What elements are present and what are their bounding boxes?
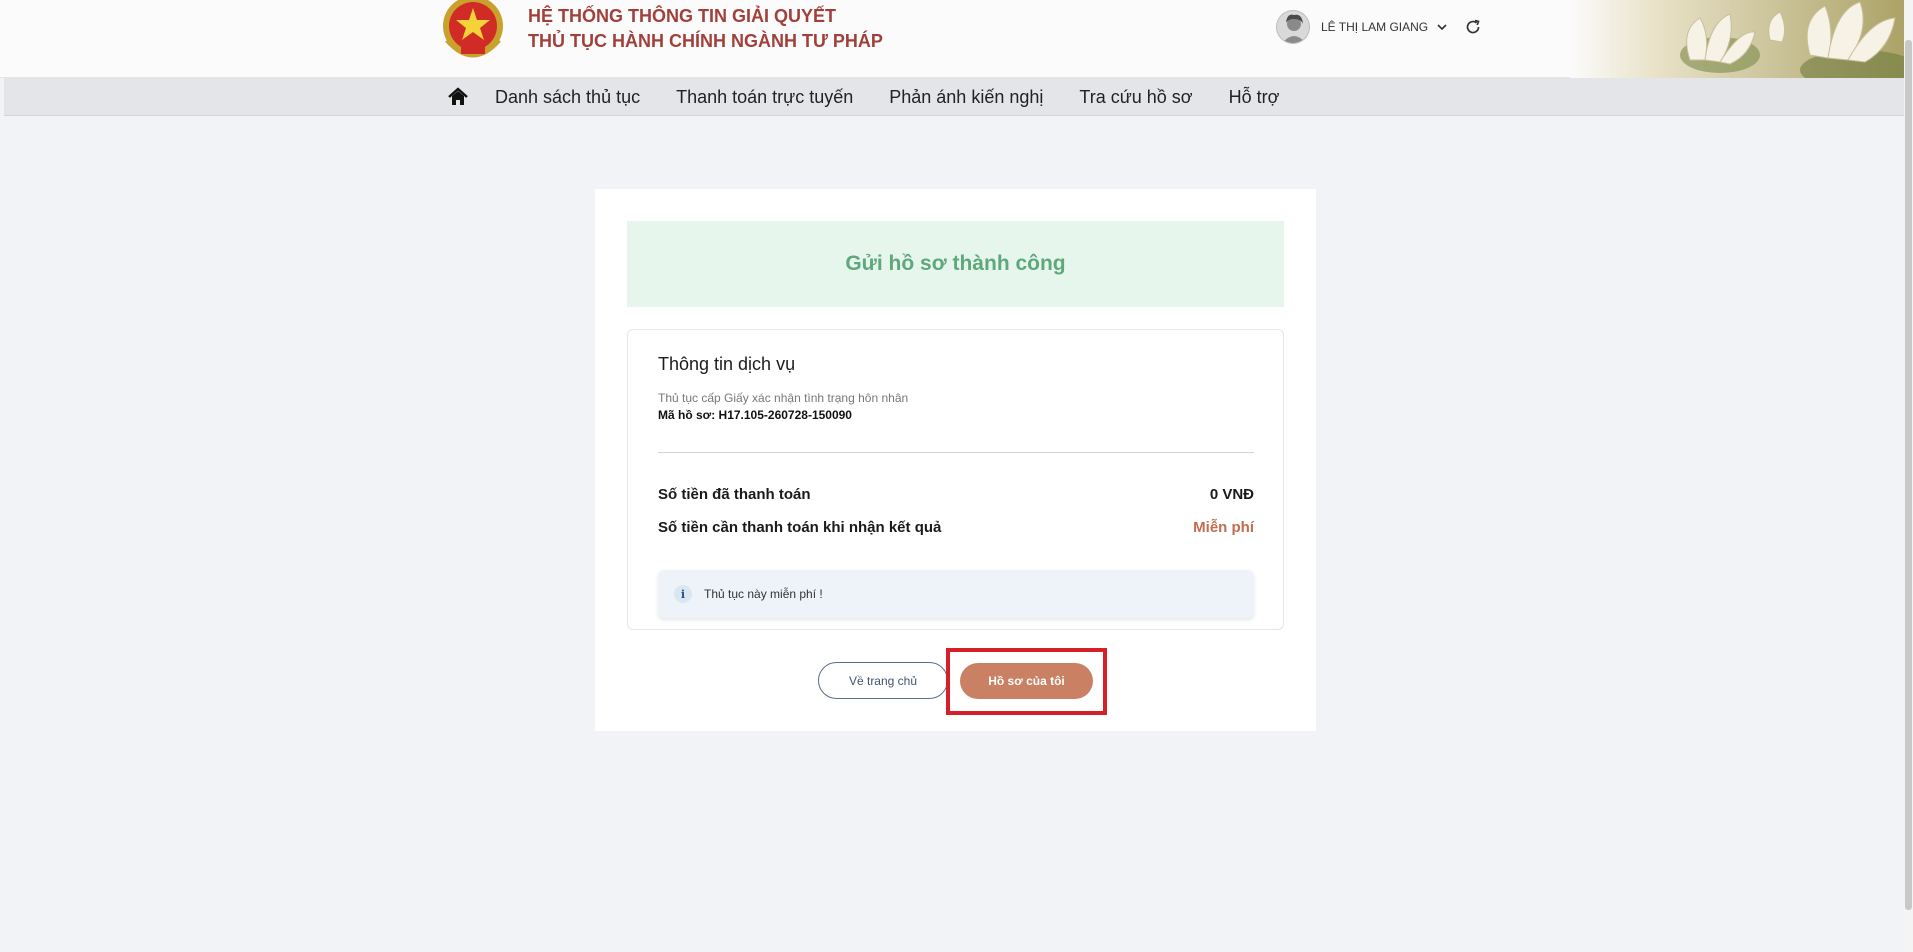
notice-text: Thủ tục này miễn phí ! bbox=[704, 587, 823, 601]
nav-item-lookup[interactable]: Tra cứu hồ sơ bbox=[1079, 87, 1192, 108]
info-icon: i bbox=[674, 585, 692, 603]
header-bar: HỆ THỐNG THÔNG TIN GIẢI QUYẾT THỦ TỤC HÀ… bbox=[0, 0, 1913, 78]
success-banner: Gửi hồ sơ thành công bbox=[627, 221, 1284, 307]
national-emblem-icon bbox=[443, 0, 503, 58]
scrollbar-thumb[interactable] bbox=[1905, 40, 1912, 910]
divider bbox=[658, 452, 1254, 453]
back-home-button[interactable]: Về trang chủ bbox=[818, 662, 948, 699]
lotus-decoration-image bbox=[1570, 0, 1913, 78]
success-message: Gửi hồ sơ thành công bbox=[845, 252, 1066, 275]
free-notice: i Thủ tục này miễn phí ! bbox=[658, 570, 1254, 618]
home-icon[interactable] bbox=[447, 86, 469, 108]
procedure-name: Thủ tục cấp Giấy xác nhận tình trạng hôn… bbox=[658, 391, 909, 405]
user-menu[interactable]: LÊ THỊ LAM GIANG bbox=[1276, 10, 1482, 44]
nav-item-feedback[interactable]: Phản ánh kiến nghị bbox=[889, 87, 1043, 108]
chevron-down-icon[interactable] bbox=[1436, 21, 1448, 33]
paid-amount-row: Số tiền đã thanh toán 0 VNĐ bbox=[658, 486, 1254, 503]
nav-item-online-payment[interactable]: Thanh toán trực tuyến bbox=[676, 87, 853, 108]
page-scrollbar[interactable] bbox=[1904, 0, 1913, 952]
user-avatar-icon bbox=[1276, 10, 1310, 44]
due-amount-label: Số tiền cần thanh toán khi nhận kết quả bbox=[658, 519, 942, 536]
due-amount-row: Số tiền cần thanh toán khi nhận kết quả … bbox=[658, 519, 1254, 536]
service-info-box: Thông tin dịch vụ Thủ tục cấp Giấy xác n… bbox=[627, 329, 1284, 630]
case-code: Mã hồ sơ: H17.105-260728-150090 bbox=[658, 408, 852, 422]
nav-item-support[interactable]: Hỗ trợ bbox=[1229, 87, 1280, 108]
site-title-line2: THỦ TỤC HÀNH CHÍNH NGÀNH TƯ PHÁP bbox=[528, 31, 883, 51]
nav-item-procedures[interactable]: Danh sách thủ tục bbox=[495, 87, 640, 108]
refresh-icon[interactable] bbox=[1464, 18, 1482, 36]
highlight-box bbox=[946, 648, 1107, 715]
paid-amount-label: Số tiền đã thanh toán bbox=[658, 486, 811, 503]
site-title-line1: HỆ THỐNG THÔNG TIN GIẢI QUYẾT bbox=[528, 6, 837, 26]
main-nav: Danh sách thủ tục Thanh toán trực tuyến … bbox=[4, 78, 1904, 116]
service-info-title: Thông tin dịch vụ bbox=[658, 354, 796, 374]
site-title: HỆ THỐNG THÔNG TIN GIẢI QUYẾT THỦ TỤC HÀ… bbox=[528, 4, 883, 54]
due-amount-value: Miễn phí bbox=[1193, 519, 1254, 536]
paid-amount-value: 0 VNĐ bbox=[1209, 486, 1254, 503]
user-name[interactable]: LÊ THỊ LAM GIANG bbox=[1321, 20, 1428, 34]
